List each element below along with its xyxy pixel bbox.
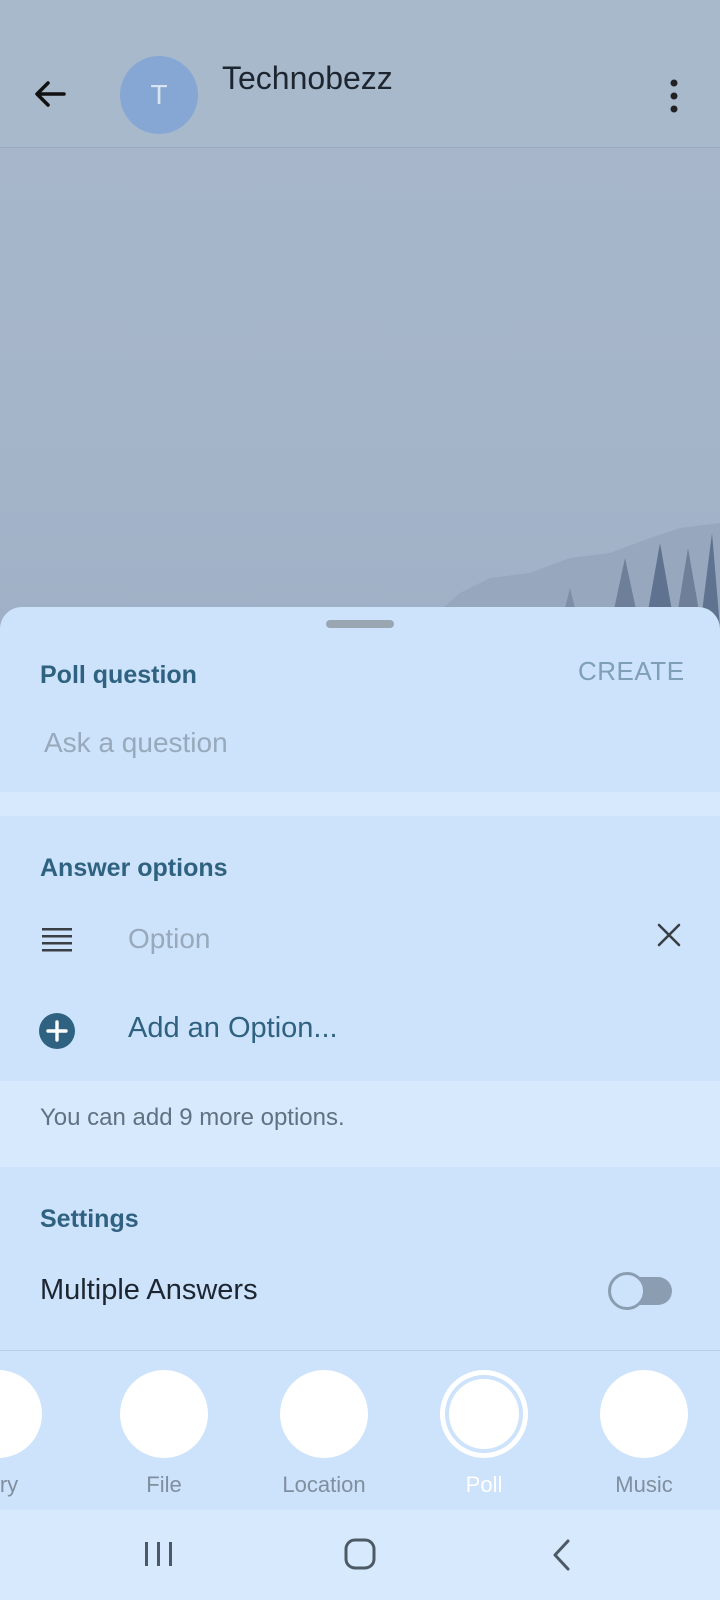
home-icon[interactable] xyxy=(344,1538,376,1570)
remove-option-icon[interactable] xyxy=(656,922,682,948)
recent-apps-icon[interactable] xyxy=(142,1540,176,1568)
remaining-options-text: You can add 9 more options. xyxy=(40,1104,345,1131)
add-option-button[interactable]: Add an Option... xyxy=(128,1012,338,1045)
sheet-drag-handle[interactable] xyxy=(326,620,394,628)
toggle-knob[interactable] xyxy=(608,1272,646,1310)
file-icon[interactable] xyxy=(120,1370,208,1458)
settings-heading: Settings xyxy=(40,1205,139,1233)
gallery-icon[interactable] xyxy=(0,1370,42,1458)
location-icon[interactable] xyxy=(280,1370,368,1458)
add-option-icon[interactable] xyxy=(38,1012,76,1050)
back-arrow-icon[interactable] xyxy=(30,74,70,114)
chat-header: T Technobezz xyxy=(0,0,720,148)
attach-label-location: Location xyxy=(282,1472,366,1497)
attach-label-gallery: llery xyxy=(0,1472,19,1497)
multiple-answers-label[interactable]: Multiple Answers xyxy=(40,1274,258,1307)
sheet-bottom-divider xyxy=(0,1350,720,1351)
attach-label-music: Music xyxy=(615,1472,673,1497)
poll-question-heading: Poll question xyxy=(40,661,197,689)
attachment-menu: llery File Location Poll Music xyxy=(0,1352,720,1510)
attach-poll[interactable]: Poll xyxy=(429,1370,539,1510)
option-input[interactable] xyxy=(128,916,608,962)
chat-title[interactable]: Technobezz xyxy=(222,60,393,97)
attach-file[interactable]: File xyxy=(109,1370,219,1510)
attach-label-file: File xyxy=(146,1472,182,1497)
more-options-icon[interactable] xyxy=(664,78,684,114)
attach-location[interactable]: Location xyxy=(269,1370,379,1510)
music-icon[interactable] xyxy=(600,1370,688,1458)
attach-music[interactable]: Music xyxy=(589,1370,699,1510)
section-divider xyxy=(0,792,720,816)
attach-label-poll: Poll xyxy=(465,1472,503,1497)
question-input[interactable] xyxy=(44,720,664,766)
create-button[interactable]: CREATE xyxy=(578,656,685,687)
chat-background xyxy=(0,148,720,628)
answer-options-heading: Answer options xyxy=(40,854,228,882)
nav-back-icon[interactable] xyxy=(550,1538,572,1572)
avatar[interactable]: T xyxy=(120,56,198,134)
poll-icon[interactable] xyxy=(440,1370,528,1458)
attach-gallery[interactable]: llery xyxy=(0,1370,53,1510)
reorder-handle-icon[interactable] xyxy=(40,926,74,954)
